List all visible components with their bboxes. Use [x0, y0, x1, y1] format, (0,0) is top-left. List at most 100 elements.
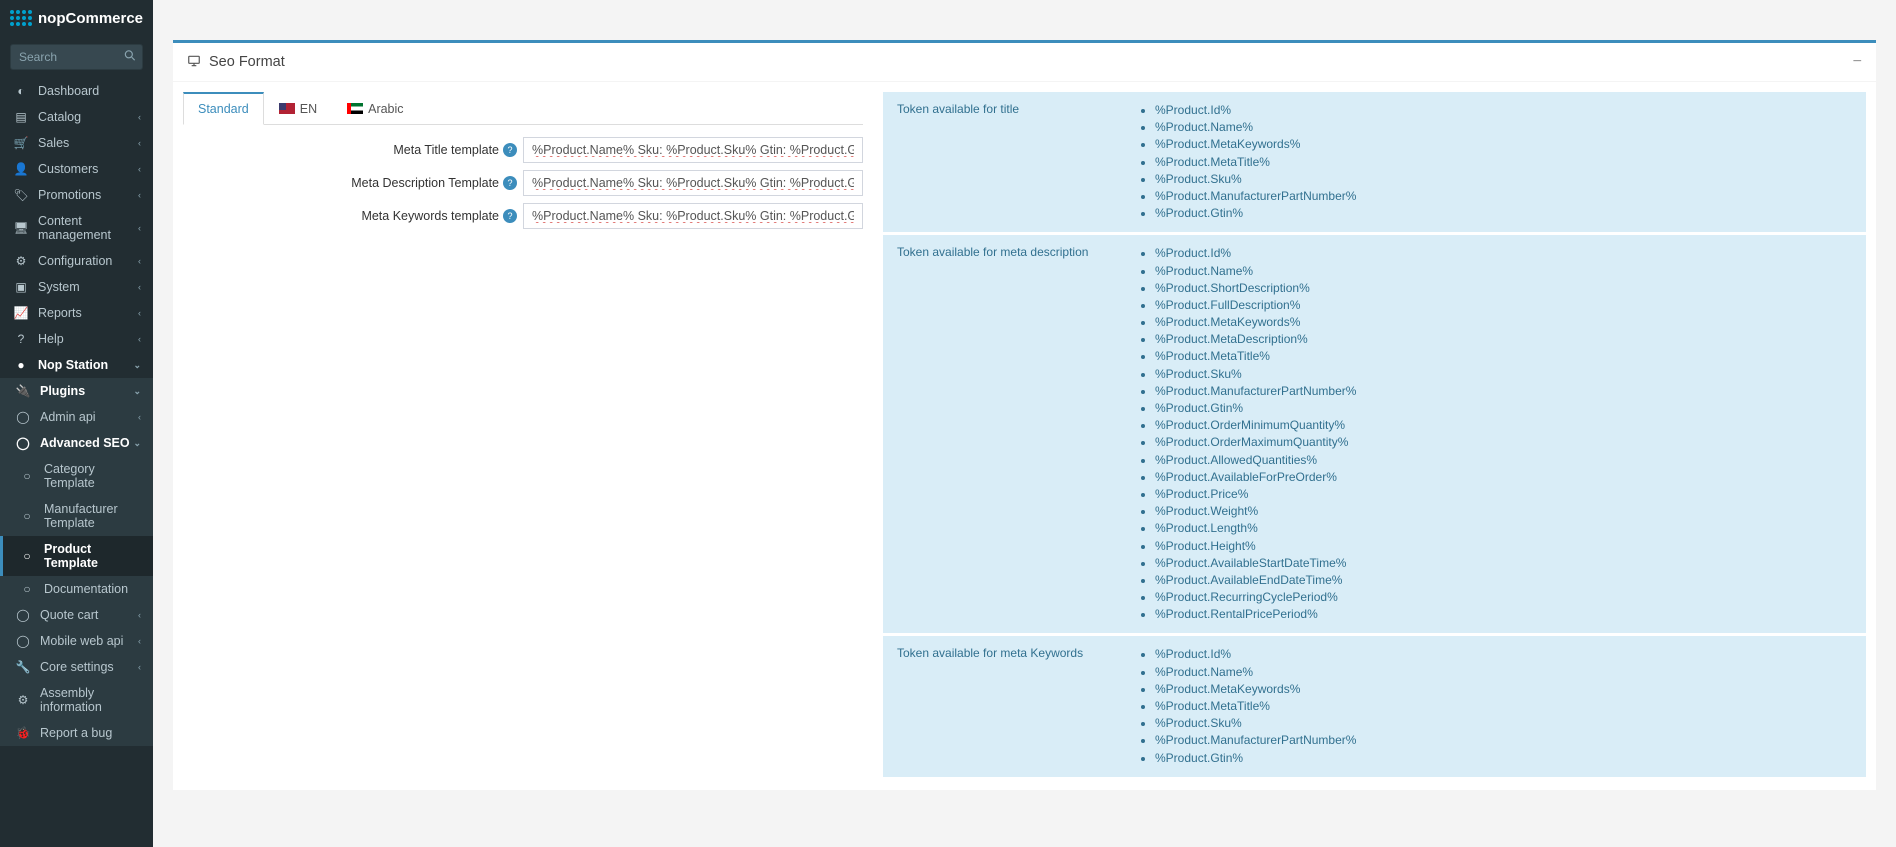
- token-item: %Product.Weight%: [1155, 503, 1356, 519]
- token-item: %Product.MetaKeywords%: [1155, 681, 1356, 697]
- token-item: %Product.Name%: [1155, 263, 1356, 279]
- sidebar-item-core-settings[interactable]: 🔧Core settings‹: [0, 654, 153, 680]
- chevron-down-icon: ⌄: [133, 386, 141, 397]
- sidebar-item-promotions[interactable]: 🏷Promotions‹: [0, 182, 153, 208]
- chevron-left-icon: ‹: [138, 334, 141, 344]
- topbar-space: [153, 0, 1896, 30]
- token-item: %Product.MetaTitle%: [1155, 348, 1356, 364]
- form-column: Standard EN Arabic Meta Title template? …: [183, 92, 863, 248]
- chart-icon: 📈: [12, 306, 30, 320]
- token-item: %Product.OrderMaximumQuantity%: [1155, 434, 1356, 450]
- tab-arabic[interactable]: Arabic: [332, 92, 418, 124]
- token-item: %Product.Name%: [1155, 119, 1356, 135]
- sidebar-item-assembly-info[interactable]: ⚙Assembly information: [0, 680, 153, 720]
- cubes-icon: ▣: [12, 280, 30, 294]
- token-item: %Product.MetaKeywords%: [1155, 314, 1356, 330]
- token-heading-keywords: Token available for meta Keywords: [897, 646, 1137, 766]
- search-icon[interactable]: [123, 49, 137, 66]
- token-block-keywords: Token available for meta Keywords %Produ…: [883, 636, 1866, 776]
- chevron-left-icon: ‹: [138, 138, 141, 148]
- chevron-down-icon: ⌄: [133, 360, 141, 371]
- question-icon: ?: [12, 332, 30, 346]
- circle-o-icon: ◯: [14, 608, 32, 622]
- sidebar-item-documentation[interactable]: ○Documentation: [0, 576, 153, 602]
- sidebar-search: [0, 36, 153, 78]
- token-item: %Product.Sku%: [1155, 171, 1356, 187]
- chevron-left-icon: ‹: [138, 282, 141, 292]
- sidebar-item-customers[interactable]: 👤Customers‹: [0, 156, 153, 182]
- sidebar-item-help[interactable]: ?Help‹: [0, 326, 153, 352]
- token-list-title: %Product.Id%%Product.Name%%Product.MetaK…: [1137, 102, 1356, 222]
- help-icon[interactable]: ?: [503, 176, 517, 190]
- token-item: %Product.MetaTitle%: [1155, 154, 1356, 170]
- help-icon[interactable]: ?: [503, 209, 517, 223]
- token-item: %Product.Height%: [1155, 538, 1356, 554]
- token-block-title: Token available for title %Product.Id%%P…: [883, 92, 1866, 232]
- input-meta-keywords[interactable]: [523, 203, 863, 229]
- label-meta-title: Meta Title template?: [183, 143, 523, 158]
- tokens-column: Token available for title %Product.Id%%P…: [883, 92, 1866, 780]
- sidebar-item-configuration[interactable]: ⚙Configuration‹: [0, 248, 153, 274]
- sidebar-item-manufacturer-template[interactable]: ○Manufacturer Template: [0, 496, 153, 536]
- tab-en[interactable]: EN: [264, 92, 332, 124]
- token-item: %Product.OrderMinimumQuantity%: [1155, 417, 1356, 433]
- chevron-left-icon: ‹: [138, 308, 141, 318]
- tab-standard[interactable]: Standard: [183, 92, 264, 125]
- token-item: %Product.MetaDescription%: [1155, 331, 1356, 347]
- token-item: %Product.FullDescription%: [1155, 297, 1356, 313]
- sidebar-item-catalog[interactable]: ▤Catalog‹: [0, 104, 153, 130]
- token-item: %Product.AvailableStartDateTime%: [1155, 555, 1356, 571]
- token-item: %Product.Id%: [1155, 102, 1356, 118]
- sidebar-item-advanced-seo[interactable]: ◯Advanced SEO⌄: [0, 430, 153, 456]
- token-item: %Product.Price%: [1155, 486, 1356, 502]
- sidebar-item-category-template[interactable]: ○Category Template: [0, 456, 153, 496]
- panel-title: Seo Format: [209, 54, 285, 70]
- chevron-left-icon: ‹: [138, 662, 141, 672]
- token-list-keywords: %Product.Id%%Product.Name%%Product.MetaK…: [1137, 646, 1356, 766]
- chevron-left-icon: ‹: [138, 412, 141, 422]
- chevron-left-icon: ‹: [138, 112, 141, 122]
- token-item: %Product.RentalPricePeriod%: [1155, 606, 1356, 622]
- sidebar-item-content[interactable]: 🖥Content management‹: [0, 208, 153, 248]
- sidebar-item-quote-cart[interactable]: ◯Quote cart‹: [0, 602, 153, 628]
- nopstation-submenu: 🔌Plugins⌄ ◯Admin api‹ ◯Advanced SEO⌄ ○Ca…: [0, 378, 153, 746]
- token-item: %Product.ManufacturerPartNumber%: [1155, 188, 1356, 204]
- sidebar-nav: ◐Dashboard ▤Catalog‹ 🛒Sales‹ 👤Customers‹…: [0, 78, 153, 746]
- label-meta-keywords: Meta Keywords template?: [183, 209, 523, 224]
- chevron-left-icon: ‹: [138, 190, 141, 200]
- circle-o-icon: ○: [18, 469, 36, 483]
- monitor-icon: [187, 54, 201, 71]
- panel-body: Standard EN Arabic Meta Title template? …: [173, 82, 1876, 790]
- token-item: %Product.Length%: [1155, 520, 1356, 536]
- sidebar-item-report-bug[interactable]: 🐞Report a bug: [0, 720, 153, 746]
- sidebar-item-mobile-web-api[interactable]: ◯Mobile web api‹: [0, 628, 153, 654]
- row-meta-title: Meta Title template?: [183, 137, 863, 163]
- sidebar-item-dashboard[interactable]: ◐Dashboard: [0, 78, 153, 104]
- circle-solid-icon: ●: [12, 358, 30, 372]
- brand-logo[interactable]: nopCommerce: [0, 0, 153, 36]
- circle-o-icon: ○: [18, 549, 36, 563]
- input-meta-title[interactable]: [523, 137, 863, 163]
- cogs-icon: ⚙: [12, 254, 30, 268]
- seo-format-panel: Seo Format − Standard EN Arabic Meta Tit…: [173, 40, 1876, 790]
- help-icon[interactable]: ?: [503, 143, 517, 157]
- circle-o-icon: ◯: [14, 410, 32, 424]
- user-icon: 👤: [12, 162, 30, 176]
- cart-icon: 🛒: [12, 136, 30, 150]
- sidebar-item-plugins[interactable]: 🔌Plugins⌄: [0, 378, 153, 404]
- token-block-description: Token available for meta description %Pr…: [883, 235, 1866, 633]
- sidebar-item-reports[interactable]: 📈Reports‹: [0, 300, 153, 326]
- panel-collapse-button[interactable]: −: [1853, 53, 1862, 71]
- wrench-icon: 🔧: [14, 660, 32, 674]
- token-item: %Product.AvailableForPreOrder%: [1155, 469, 1356, 485]
- chevron-left-icon: ‹: [138, 610, 141, 620]
- bug-icon: 🐞: [14, 726, 32, 740]
- sidebar-item-sales[interactable]: 🛒Sales‹: [0, 130, 153, 156]
- plug-icon: 🔌: [14, 384, 32, 398]
- sidebar-item-product-template[interactable]: ○Product Template: [0, 536, 153, 576]
- gear-icon: ⚙: [14, 693, 32, 707]
- input-meta-description[interactable]: [523, 170, 863, 196]
- sidebar-item-admin-api[interactable]: ◯Admin api‹: [0, 404, 153, 430]
- sidebar-item-system[interactable]: ▣System‹: [0, 274, 153, 300]
- sidebar-item-nopstation[interactable]: ●Nop Station⌄: [0, 352, 153, 378]
